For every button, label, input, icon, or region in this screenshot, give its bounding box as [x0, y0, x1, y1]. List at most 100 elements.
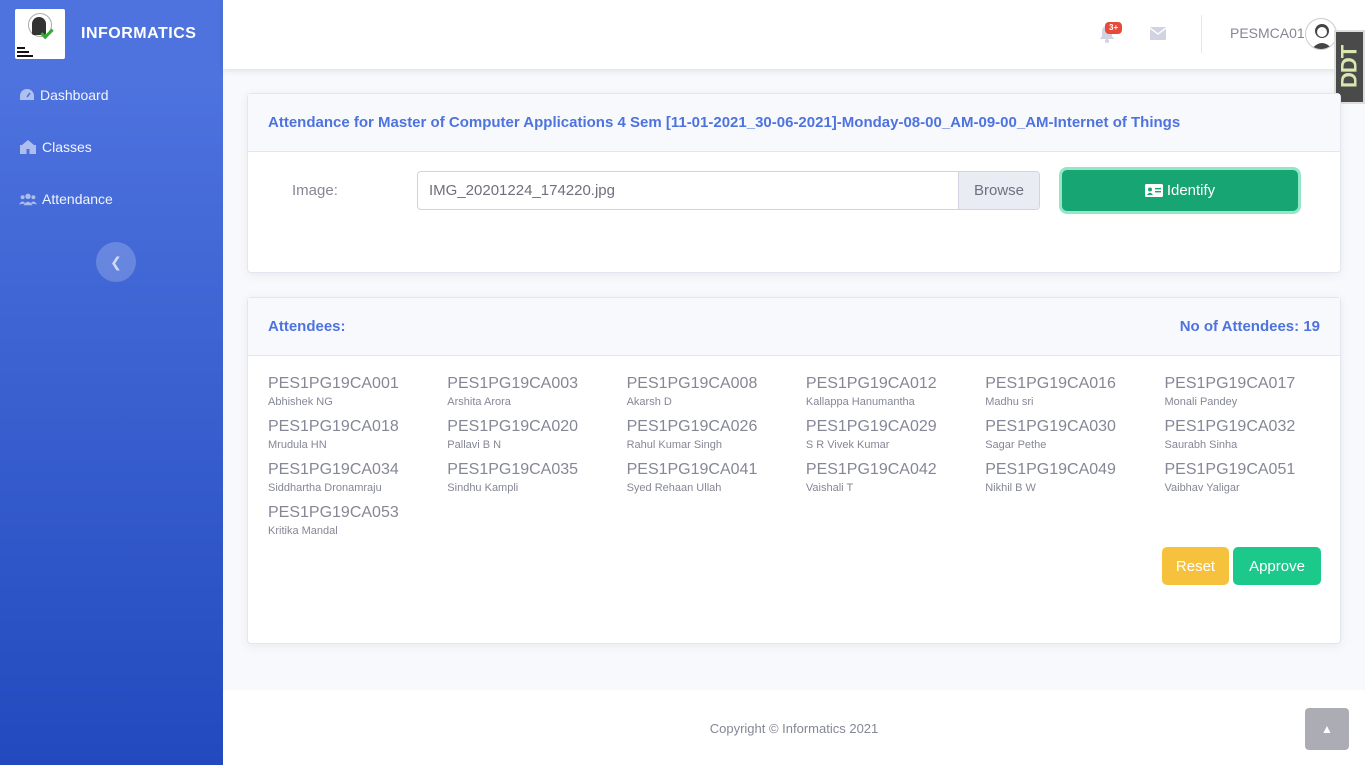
sidebar-item-label: Attendance — [42, 191, 113, 207]
attendee-count: No of Attendees: 19 — [1179, 318, 1320, 335]
list-item: PES1PG19CA026 Rahul Kumar Singh — [627, 417, 806, 460]
approve-button[interactable]: Approve — [1233, 547, 1321, 585]
card-header: Attendance for Master of Computer Applic… — [248, 94, 1340, 152]
file-name-field[interactable]: IMG_20201224_174220.jpg — [418, 172, 958, 209]
attendee-usn: PES1PG19CA016 — [985, 375, 1116, 392]
attendee-usn: PES1PG19CA020 — [447, 418, 579, 435]
attendee-name: Siddhartha Dronamraju — [268, 482, 382, 494]
attendee-name: Madhu sri — [985, 396, 1034, 408]
attendee-name: Arshita Arora — [447, 396, 511, 408]
attendee-name: Nikhil B W — [985, 482, 1036, 494]
attendee-name: Saurabh Sinha — [1164, 439, 1238, 451]
attendee-name: Monali Pandey — [1164, 396, 1238, 408]
users-icon — [19, 193, 37, 206]
list-item: PES1PG19CA017 Monali Pandey — [1164, 374, 1343, 417]
attendee-name: Kallappa Hanumantha — [805, 396, 915, 408]
attendance-form-card: Attendance for Master of Computer Applic… — [247, 93, 1341, 273]
attendee-usn: PES1PG19CA017 — [1164, 375, 1296, 392]
attendee-name: Mrudula HN — [268, 439, 327, 451]
attendee-name: Vaibhav Yaligar — [1164, 482, 1240, 494]
image-label: Image: — [292, 182, 338, 199]
identify-button[interactable]: Identify — [1062, 170, 1298, 211]
attendee-name: Syed Rehaan Ullah — [626, 482, 722, 494]
attendee-usn: PES1PG19CA029 — [805, 418, 937, 435]
envelope-icon[interactable] — [1150, 27, 1166, 40]
attendee-usn: PES1PG19CA041 — [626, 461, 758, 478]
avatar[interactable] — [1305, 18, 1337, 50]
chevron-up-icon: ▲ — [1321, 722, 1333, 736]
brand[interactable]: INFORMATICS — [0, 0, 223, 68]
topbar: 3+ PESMCA01 DDT — [223, 0, 1365, 104]
page-title: Attendance for Master of Computer Applic… — [268, 114, 1181, 131]
attendee-usn: PES1PG19CA003 — [447, 375, 579, 392]
identify-label: Identify — [1166, 182, 1216, 199]
attendee-usn: PES1PG19CA034 — [268, 461, 399, 478]
list-item: PES1PG19CA049 Nikhil B W — [985, 460, 1164, 503]
attendee-name: Sagar Pethe — [985, 439, 1047, 451]
list-item: PES1PG19CA001 Abhishek NG — [268, 374, 447, 417]
attendee-usn: PES1PG19CA053 — [268, 504, 399, 521]
attendee-name: Rahul Kumar Singh — [626, 439, 722, 451]
attendee-list: PES1PG19CA001 Abhishek NG PES1PG19CA003 Ar… — [268, 374, 1344, 546]
sidebar-item-dashboard[interactable]: Dashboard — [0, 69, 223, 121]
attendee-usn: PES1PG19CA049 — [985, 461, 1116, 478]
attendee-usn: PES1PG19CA042 — [805, 461, 937, 478]
topbar-divider — [1201, 15, 1202, 53]
sidebar: INFORMATICS Dashboard Classes Attendance… — [0, 0, 223, 765]
list-item: PES1PG19CA020 Pallavi B N — [447, 417, 626, 460]
attendee-usn: PES1PG19CA030 — [985, 418, 1116, 435]
attendees-card: Attendees: No of Attendees: 19 PES1PG19C… — [247, 297, 1341, 644]
attendee-name: Kritika Mandal — [268, 525, 338, 537]
list-item: PES1PG19CA032 Saurabh Sinha — [1164, 417, 1343, 460]
list-item: PES1PG19CA016 Madhu sri — [985, 374, 1164, 417]
image-file-input[interactable]: IMG_20201224_174220.jpg Browse — [417, 171, 1040, 210]
notification-count-badge: 3+ — [1105, 22, 1123, 34]
brand-logo — [15, 9, 65, 59]
brand-name: INFORMATICS — [81, 25, 197, 42]
school-icon — [20, 140, 36, 154]
list-item: PES1PG19CA041 Syed Rehaan Ullah — [627, 460, 806, 503]
attendee-name: S R Vivek Kumar — [805, 439, 890, 451]
sidebar-toggle-button[interactable]: ❮ — [96, 242, 136, 282]
sidebar-item-attendance[interactable]: Attendance — [0, 173, 223, 225]
attendee-name: Pallavi B N — [447, 439, 502, 451]
scroll-to-top-button[interactable]: ▲ — [1305, 708, 1349, 750]
sidebar-item-label: Dashboard — [40, 87, 109, 103]
list-item: PES1PG19CA003 Arshita Arora — [447, 374, 626, 417]
copyright-text: Copyright © Informatics 2021 — [709, 721, 879, 736]
chevron-left-icon: ❮ — [110, 253, 122, 270]
attendee-usn: PES1PG19CA026 — [626, 418, 758, 435]
sidebar-item-classes[interactable]: Classes — [0, 121, 223, 173]
id-card-icon — [1144, 184, 1163, 197]
list-item: PES1PG19CA053 Kritika Mandal — [268, 503, 447, 546]
attendee-name: Sindhu Kampli — [447, 482, 519, 494]
attendee-usn: PES1PG19CA018 — [268, 418, 399, 435]
user-silhouette-icon — [1311, 24, 1333, 49]
attendee-usn: PES1PG19CA012 — [805, 375, 937, 392]
user-name[interactable]: PESMCA01 — [1230, 25, 1305, 41]
attendee-usn: PES1PG19CA051 — [1164, 461, 1296, 478]
list-item: PES1PG19CA008 Akarsh D — [627, 374, 806, 417]
footer: Copyright © Informatics 2021 — [223, 690, 1365, 765]
attendee-usn: PES1PG19CA032 — [1164, 418, 1296, 435]
list-item: PES1PG19CA042 Vaishali T — [806, 460, 985, 503]
attendee-usn: PES1PG19CA001 — [268, 375, 399, 392]
attendee-usn: PES1PG19CA035 — [447, 461, 579, 478]
list-item: PES1PG19CA030 Sagar Pethe — [985, 417, 1164, 460]
list-item: PES1PG19CA034 Siddhartha Dronamraju — [268, 460, 447, 503]
card-header: Attendees: No of Attendees: 19 — [248, 298, 1340, 356]
list-item: PES1PG19CA051 Vaibhav Yaligar — [1164, 460, 1343, 503]
attendee-name: Akarsh D — [626, 396, 672, 408]
list-item: PES1PG19CA035 Sindhu Kampli — [447, 460, 626, 503]
tachometer-icon — [20, 89, 34, 100]
list-item: PES1PG19CA018 Mrudula HN — [268, 417, 447, 460]
browse-button[interactable]: Browse — [958, 172, 1039, 209]
attendee-name: Abhishek NG — [268, 396, 333, 408]
reset-button[interactable]: Reset — [1162, 547, 1229, 585]
list-item: PES1PG19CA012 Kallappa Hanumantha — [806, 374, 985, 417]
attendees-title: Attendees: — [268, 318, 346, 335]
attendee-usn: PES1PG19CA008 — [626, 375, 758, 392]
sidebar-item-label: Classes — [42, 139, 92, 155]
list-item: PES1PG19CA029 S R Vivek Kumar — [806, 417, 985, 460]
attendee-name: Vaishali T — [805, 482, 854, 494]
